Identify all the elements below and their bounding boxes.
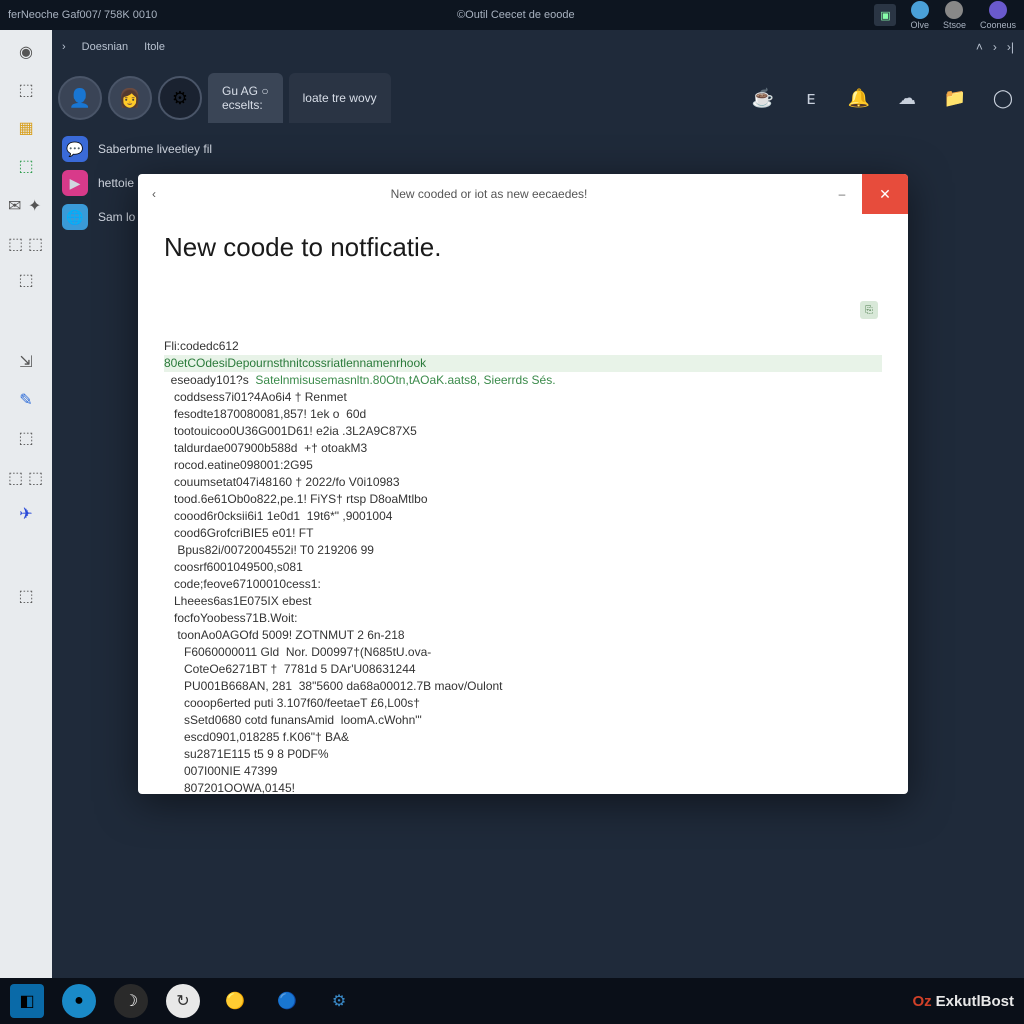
titlebar-status-stsoe[interactable]: Stsoe (943, 1, 966, 30)
subbar-chevron-right-icon[interactable]: › (993, 40, 997, 54)
tool-cloud-icon[interactable]: ☁ (892, 83, 922, 113)
modal-minimize-button[interactable]: – (822, 187, 862, 201)
tab-secondary[interactable]: loate tre wovy (289, 73, 391, 123)
channel-globe-icon: 🌐 (62, 204, 88, 230)
titlebar-right: ▣ Olve Stsoe Cooneus (874, 1, 1016, 30)
taskbar-item-1[interactable]: ● (62, 984, 96, 1018)
avatar-0[interactable]: 👤 (58, 76, 102, 120)
copy-icon[interactable]: ⎘ (860, 301, 878, 319)
modal-title: New cooded or iot as new eecaedes! (156, 187, 822, 201)
tab-active[interactable]: Gu AG ○ ecselts: (208, 73, 283, 123)
taskbar-item-6[interactable]: ⚙ (322, 984, 356, 1018)
identity-row: 👤 👩 ⚙ Gu AG ○ ecselts: loate tre wovy ☕ … (52, 64, 1024, 132)
titlebar: ferNeoche Gaf007/ 758K 0010 ©Outil Ceece… (0, 0, 1024, 30)
tool-circle-icon[interactable]: ◯ (988, 83, 1018, 113)
channel-label: Sam lo (98, 210, 135, 224)
modal-close-button[interactable]: ✕ (862, 174, 908, 214)
rail-icon-8[interactable]: ✎ (14, 388, 38, 412)
avatar-2[interactable]: ⚙ (158, 76, 202, 120)
rail-icon-12[interactable]: ⬚ (14, 584, 38, 608)
subbar-arrow-icon[interactable]: › (62, 41, 66, 53)
taskbar-brand: Oz ExkutlBost (912, 993, 1014, 1010)
channel-label: Saberbme liveetiey fil (98, 142, 212, 156)
modal-header: ‹ New cooded or iot as new eecaedes! – ✕ (138, 174, 908, 214)
titlebar-square-icon[interactable]: ▣ (874, 4, 896, 26)
tool-folder-icon[interactable]: 📁 (940, 83, 970, 113)
taskbar-item-4[interactable]: 🟡 (218, 984, 252, 1018)
rail-icon-6[interactable]: ⬚ (14, 268, 38, 292)
subbar-tab-1[interactable]: Itole (144, 41, 165, 53)
code-modal: ‹ New cooded or iot as new eecaedes! – ✕… (138, 174, 908, 794)
left-icon-rail: ◉ ⬚ ▦ ⬚ ✉✦ ⬚⬚ ⬚ ⇲ ✎ ⬚ ⬚⬚ ✈ ⬚ (0, 30, 52, 978)
channel-item-0[interactable]: 💬 Saberbme liveetiey fil (58, 132, 1024, 166)
sub-toolbar: › Doesnian Itole ˄ › ›| (52, 30, 1024, 64)
taskbar: ◧ ● ☽ ↻ 🟡 🔵 ⚙ Oz ExkutlBost (0, 978, 1024, 1024)
titlebar-status-olve[interactable]: Olve (910, 1, 929, 30)
taskbar-item-2[interactable]: ☽ (114, 984, 148, 1018)
rail-icon-11[interactable]: ✈ (14, 502, 38, 526)
channel-play-icon: ▶ (62, 170, 88, 196)
subbar-end-icon[interactable]: ›| (1007, 40, 1014, 54)
taskbar-item-3[interactable]: ↻ (166, 984, 200, 1018)
titlebar-center-text: ©Outil Ceecet de eoode (157, 9, 874, 21)
rail-icon-2[interactable]: ▦ (14, 116, 38, 140)
titlebar-left-text: ferNeoche Gaf007/ 758K 0010 (8, 9, 157, 21)
rail-icon-0[interactable]: ◉ (14, 40, 38, 64)
rail-icon-9[interactable]: ⬚ (14, 426, 38, 450)
subbar-chevron-up-icon[interactable]: ˄ (976, 40, 983, 54)
subbar-tab-0[interactable]: Doesnian (82, 41, 128, 53)
taskbar-item-5[interactable]: 🔵 (270, 984, 304, 1018)
tool-icon-1[interactable]: ᴇ (796, 83, 826, 113)
tool-icon-0[interactable]: ☕ (748, 83, 778, 113)
rail-icon-10[interactable]: ⬚⬚ (6, 464, 46, 488)
channel-label: hettoie (98, 176, 134, 190)
rail-icon-7[interactable]: ⇲ (14, 350, 38, 374)
avatar-1[interactable]: 👩 (108, 76, 152, 120)
modal-body: New coode to notficatie. ⎘ Fli:codedc612… (138, 214, 908, 794)
rail-icon-5[interactable]: ⬚⬚ (6, 230, 46, 254)
code-block[interactable]: ⎘ Fli:codedc61280etCOdesiDepournsthnitco… (164, 287, 882, 794)
modal-heading: New coode to notficatie. (164, 232, 882, 263)
taskbar-item-0[interactable]: ◧ (10, 984, 44, 1018)
rail-icon-1[interactable]: ⬚ (14, 78, 38, 102)
channel-chat-icon: 💬 (62, 136, 88, 162)
tool-notification-icon[interactable]: 🔔 (844, 83, 874, 113)
rail-icon-3[interactable]: ⬚ (14, 154, 38, 178)
rail-icon-4[interactable]: ✉✦ (6, 192, 46, 216)
titlebar-status-cooneus[interactable]: Cooneus (980, 1, 1016, 30)
